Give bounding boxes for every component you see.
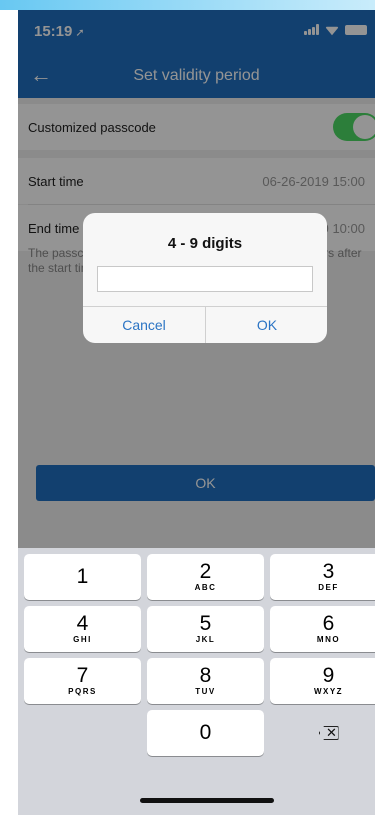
key-digit: 7 [76,664,89,687]
home-indicator[interactable] [140,798,274,803]
key-digit: 9 [322,664,335,687]
window-edge [0,0,375,10]
key-digit: 1 [76,565,89,588]
key-digit: 4 [76,612,89,635]
key-letters: WXYZ [313,687,344,696]
key-1[interactable]: 1 [24,554,141,600]
delete-key[interactable]: ✕ [270,710,375,756]
dialog-ok-button[interactable]: OK [206,307,327,343]
key-digit: 5 [199,612,212,635]
delete-x-glyph: ✕ [326,725,337,740]
key-letters: PQRS [68,687,97,696]
key-letters: MNO [316,635,341,644]
key-letters: ABC [194,583,217,592]
key-7[interactable]: 7 PQRS [24,658,141,704]
key-2[interactable]: 2 ABC [147,554,264,600]
dialog-title: 4 - 9 digits [167,235,243,252]
key-letters: GHI [73,635,92,644]
key-letters: JKL [195,635,216,644]
key-letters: DEF [318,583,339,592]
key-0[interactable]: 0 [147,710,264,756]
key-digit: 0 [199,721,212,744]
dialog-cancel-button[interactable]: Cancel [83,307,205,343]
key-9[interactable]: 9 WXYZ [270,658,375,704]
key-3[interactable]: 3 DEF [270,554,375,600]
key-6[interactable]: 6 MNO [270,606,375,652]
key-5[interactable]: 5 JKL [147,606,264,652]
numeric-keypad: 1 2 ABC 3 DEF 4 GHI 5 JKL 6 MNO 7 PQRS 8… [18,548,375,815]
key-digit: 3 [322,560,335,583]
passcode-input[interactable] [97,266,313,292]
key-4[interactable]: 4 GHI [24,606,141,652]
key-digit: 2 [199,560,212,583]
key-digit: 8 [199,664,212,687]
key-digit: 6 [322,612,335,635]
phone-screen: 15:19 ➚ ← Set validity period Customized … [18,10,375,815]
key-letters: TUV [195,687,216,696]
passcode-dialog: 4 - 9 digits Cancel OK [83,213,327,343]
key-8[interactable]: 8 TUV [147,658,264,704]
